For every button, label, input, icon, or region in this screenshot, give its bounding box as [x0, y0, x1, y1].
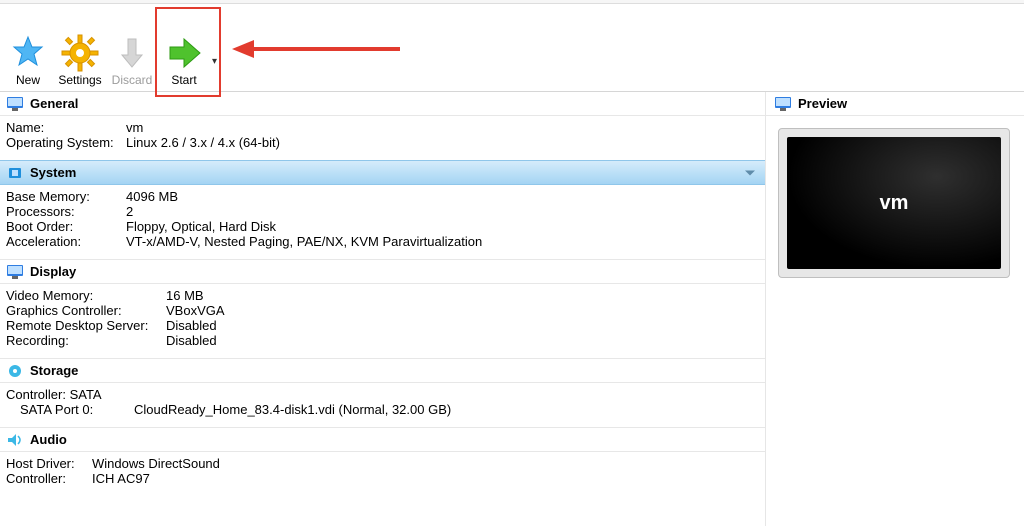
system-bootorder-label: Boot Order:: [6, 219, 126, 234]
audio-controller-label: Controller:: [6, 471, 92, 486]
preview-screen: vm: [787, 137, 1001, 269]
display-rds-label: Remote Desktop Server:: [6, 318, 166, 333]
system-basemem-value: 4096 MB: [126, 189, 178, 204]
preview-vm-name: vm: [880, 192, 909, 215]
preview-box-wrap: vm: [766, 116, 1024, 290]
section-title-display: Display: [30, 264, 76, 279]
disk-icon: [6, 364, 24, 378]
display-rds-value: Disabled: [166, 318, 217, 333]
settings-button[interactable]: Settings: [56, 33, 104, 87]
annotation-arrow: [230, 34, 410, 67]
display-gctrl-label: Graphics Controller:: [6, 303, 166, 318]
section-title-storage: Storage: [30, 363, 78, 378]
discard-icon: [112, 33, 152, 73]
audio-hostdriver-label: Host Driver:: [6, 456, 92, 471]
system-acceleration-label: Acceleration:: [6, 234, 126, 249]
new-label: New: [16, 73, 40, 87]
general-name-label: Name:: [6, 120, 126, 135]
general-os-value: Linux 2.6 / 3.x / 4.x (64-bit): [126, 135, 280, 150]
storage-port-value: CloudReady_Home_83.4-disk1.vdi (Normal, …: [134, 402, 451, 417]
chip-icon: [6, 166, 24, 180]
storage-controller-label: Controller: SATA: [6, 387, 759, 402]
settings-label: Settings: [58, 73, 101, 87]
audio-controller-value: ICH AC97: [92, 471, 150, 486]
system-processors-label: Processors:: [6, 204, 126, 219]
display-gctrl-value: VBoxVGA: [166, 303, 225, 318]
display-recording-value: Disabled: [166, 333, 217, 348]
section-title-audio: Audio: [30, 432, 67, 447]
speaker-icon: [6, 433, 24, 447]
start-arrow-icon: [164, 33, 204, 73]
gear-icon: [60, 33, 100, 73]
content-area: General Name: vm Operating System: Linux…: [0, 92, 1024, 526]
preview-pane: Preview vm: [766, 92, 1024, 526]
discard-button[interactable]: Discard: [108, 33, 156, 87]
system-basemem-label: Base Memory:: [6, 189, 126, 204]
preview-monitor-icon: [774, 97, 792, 111]
monitor-icon: [6, 97, 24, 111]
storage-port-label: SATA Port 0:: [20, 402, 134, 417]
section-header-system[interactable]: System: [0, 160, 765, 185]
section-body-display: Video Memory: 16 MB Graphics Controller:…: [0, 284, 765, 358]
start-button[interactable]: Start: [160, 33, 208, 87]
start-button-group: Start ▾: [160, 33, 226, 87]
display-vmem-value: 16 MB: [166, 288, 204, 303]
section-header-general[interactable]: General: [0, 92, 765, 116]
general-name-value: vm: [126, 120, 143, 135]
section-header-display[interactable]: Display: [0, 259, 765, 284]
system-bootorder-value: Floppy, Optical, Hard Disk: [126, 219, 276, 234]
details-pane: General Name: vm Operating System: Linux…: [0, 92, 766, 526]
section-body-general: Name: vm Operating System: Linux 2.6 / 3…: [0, 116, 765, 160]
preview-frame[interactable]: vm: [778, 128, 1010, 278]
section-header-audio[interactable]: Audio: [0, 427, 765, 452]
section-body-system: Base Memory: 4096 MB Processors: 2 Boot …: [0, 185, 765, 259]
display-icon: [6, 265, 24, 279]
general-os-label: Operating System:: [6, 135, 126, 150]
start-dropdown-caret[interactable]: ▾: [212, 56, 226, 87]
toolbar: New Settings: [0, 4, 1024, 92]
start-label: Start: [171, 73, 196, 87]
display-vmem-label: Video Memory:: [6, 288, 166, 303]
section-title-system: System: [30, 165, 76, 180]
system-acceleration-value: VT-x/AMD-V, Nested Paging, PAE/NX, KVM P…: [126, 234, 482, 249]
system-processors-value: 2: [126, 204, 133, 219]
new-icon: [8, 33, 48, 73]
audio-hostdriver-value: Windows DirectSound: [92, 456, 220, 471]
section-body-audio: Host Driver: Windows DirectSound Control…: [0, 452, 765, 496]
display-recording-label: Recording:: [6, 333, 166, 348]
section-title-preview: Preview: [798, 96, 847, 111]
section-header-storage[interactable]: Storage: [0, 358, 765, 383]
section-header-preview[interactable]: Preview: [766, 92, 1024, 116]
discard-label: Discard: [112, 73, 153, 87]
section-body-storage: Controller: SATA SATA Port 0: CloudReady…: [0, 383, 765, 427]
new-button[interactable]: New: [4, 33, 52, 87]
section-title-general: General: [30, 96, 78, 111]
